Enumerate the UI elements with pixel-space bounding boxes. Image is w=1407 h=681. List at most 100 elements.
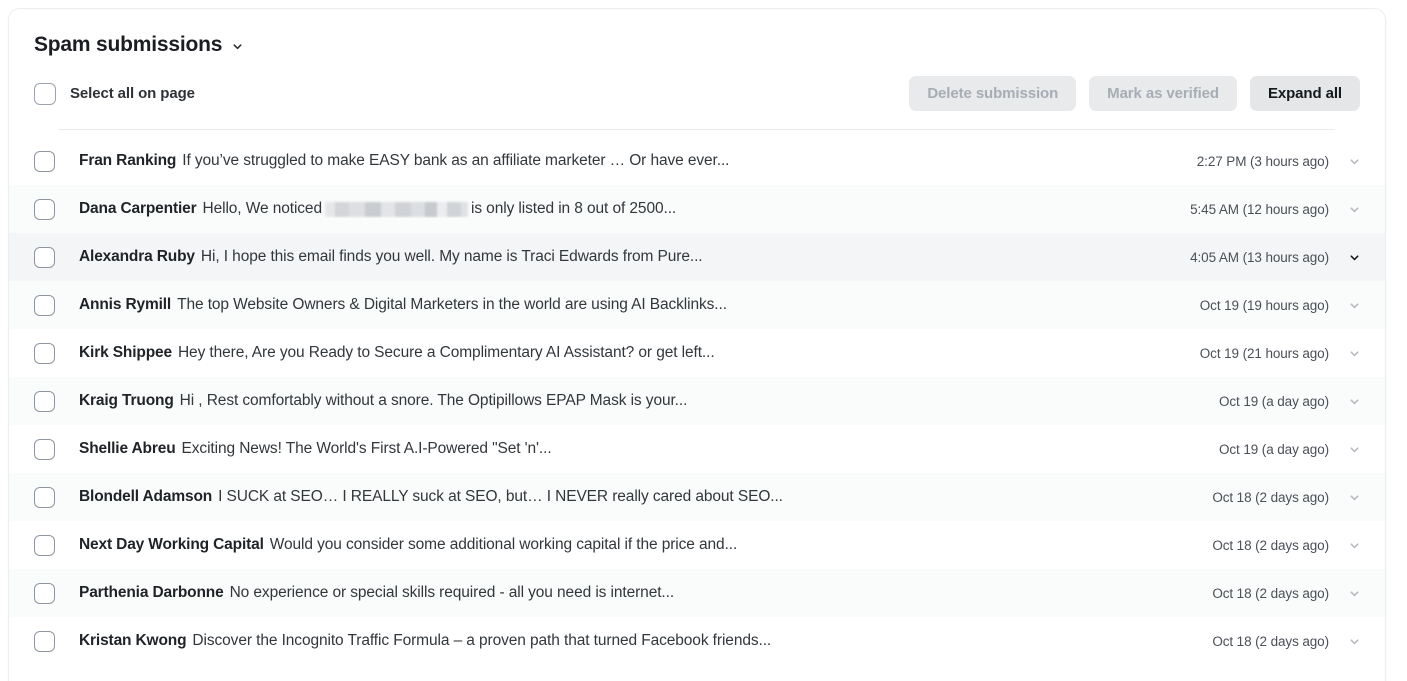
submission-timestamp: Oct 19 (19 hours ago) bbox=[1199, 297, 1329, 313]
submission-checkbox[interactable] bbox=[34, 198, 55, 220]
submission-checkbox[interactable] bbox=[34, 390, 55, 412]
submission-row[interactable]: Alexandra Ruby Hi, I hope this email find… bbox=[9, 233, 1385, 282]
redacted-text bbox=[324, 201, 468, 217]
submission-meta: Oct 19 (a day ago) bbox=[1219, 442, 1385, 457]
submission-meta: Oct 18 (2 days ago) bbox=[1212, 538, 1385, 553]
submission-sender: Fran Ranking bbox=[79, 152, 177, 170]
submission-checkbox-cell[interactable] bbox=[34, 198, 79, 220]
submission-preview: Kraig Truong Hi , Rest comfortably withou… bbox=[79, 392, 1219, 410]
chevron-down-icon[interactable] bbox=[1339, 203, 1369, 216]
chevron-down-icon[interactable] bbox=[1339, 395, 1369, 408]
submission-row[interactable]: Blondell Adamson I SUCK at SEO… I REALLY … bbox=[9, 473, 1385, 522]
submission-snippet: Hi, I hope this email finds you well. My… bbox=[200, 248, 703, 266]
submission-sender: Annis Rymill bbox=[79, 296, 172, 314]
chevron-down-icon[interactable] bbox=[1339, 251, 1369, 264]
screen-root: Spam submissions Select all on page Dele… bbox=[0, 0, 1407, 681]
submission-checkbox[interactable] bbox=[34, 150, 55, 172]
chevron-down-icon[interactable] bbox=[1339, 347, 1369, 360]
submission-snippet: Exciting News! The World's First A.I-Pow… bbox=[181, 440, 552, 458]
submission-preview: Blondell Adamson I SUCK at SEO… I REALLY … bbox=[79, 488, 1212, 506]
submission-preview: Dana Carpentier Hello, We noticed is only … bbox=[79, 200, 1190, 218]
submission-checkbox-cell[interactable] bbox=[34, 582, 79, 604]
submission-row[interactable]: Next Day Working Capital Would you consid… bbox=[9, 521, 1385, 570]
submission-meta: Oct 19 (a day ago) bbox=[1219, 394, 1385, 409]
submission-preview: Annis Rymill The top Website Owners & Dig… bbox=[79, 296, 1200, 314]
submission-checkbox[interactable] bbox=[34, 294, 55, 316]
submission-meta: Oct 18 (2 days ago) bbox=[1212, 586, 1385, 601]
chevron-down-icon[interactable] bbox=[1339, 539, 1369, 552]
header-divider bbox=[59, 129, 1335, 131]
toolbar-buttons: Delete submission Mark as verified Expan… bbox=[909, 76, 1360, 112]
mark-as-verified-button[interactable]: Mark as verified bbox=[1089, 76, 1237, 112]
submission-sender: Shellie Abreu bbox=[79, 440, 176, 458]
submission-sender: Kraig Truong bbox=[79, 392, 174, 410]
submission-row[interactable]: Parthenia Darbonne No experience or speci… bbox=[9, 569, 1385, 618]
submission-snippet: Hi , Rest comfortably without a snore. T… bbox=[179, 392, 688, 410]
chevron-down-icon[interactable] bbox=[1339, 587, 1369, 600]
submission-row[interactable]: Shellie Abreu Exciting News! The World's … bbox=[9, 425, 1385, 474]
submission-checkbox[interactable] bbox=[34, 630, 55, 652]
select-all-on-page[interactable]: Select all on page bbox=[34, 82, 195, 105]
submission-row[interactable]: Dana Carpentier Hello, We noticed is only … bbox=[9, 185, 1385, 234]
submission-checkbox-cell[interactable] bbox=[34, 342, 79, 364]
expand-all-button[interactable]: Expand all bbox=[1249, 76, 1360, 112]
submission-timestamp: Oct 18 (2 days ago) bbox=[1212, 633, 1329, 649]
submission-preview: Alexandra Ruby Hi, I hope this email find… bbox=[79, 248, 1190, 266]
submission-snippet: No experience or special skills required… bbox=[229, 584, 675, 602]
submission-checkbox[interactable] bbox=[34, 582, 55, 604]
submission-checkbox[interactable] bbox=[34, 486, 55, 508]
submission-checkbox-cell[interactable] bbox=[34, 390, 79, 412]
page-title-dropdown[interactable]: Spam submissions bbox=[34, 33, 244, 56]
submission-sender: Kristan Kwong bbox=[79, 632, 187, 650]
toolbar: Select all on page Delete submission Mar… bbox=[34, 76, 1360, 112]
chevron-down-icon[interactable] bbox=[1339, 443, 1369, 456]
submission-checkbox-cell[interactable] bbox=[34, 438, 79, 460]
submission-preview: Fran Ranking If you’ve struggled to make … bbox=[79, 152, 1197, 170]
submission-meta: Oct 18 (2 days ago) bbox=[1212, 490, 1385, 505]
submission-timestamp: 2:27 PM (3 hours ago) bbox=[1196, 153, 1329, 169]
submission-snippet: If you’ve struggled to make EASY bank as… bbox=[182, 152, 730, 170]
submission-snippet: Hey there, Are you Ready to Secure a Com… bbox=[177, 344, 715, 362]
submission-timestamp: Oct 19 (21 hours ago) bbox=[1199, 345, 1329, 361]
submission-list: Fran Ranking If you’ve struggled to make … bbox=[9, 137, 1385, 666]
submission-snippet-before: Hello, We noticed bbox=[202, 200, 322, 218]
submission-row[interactable]: Kirk Shippee Hey there, Are you Ready to … bbox=[9, 329, 1385, 378]
submission-checkbox-cell[interactable] bbox=[34, 486, 79, 508]
submission-meta: Oct 19 (21 hours ago) bbox=[1200, 346, 1385, 361]
submission-checkbox-cell[interactable] bbox=[34, 630, 79, 652]
submission-preview: Shellie Abreu Exciting News! The World's … bbox=[79, 440, 1219, 458]
submission-checkbox[interactable] bbox=[34, 438, 55, 460]
submission-row[interactable]: Fran Ranking If you’ve struggled to make … bbox=[9, 137, 1385, 186]
submission-checkbox-cell[interactable] bbox=[34, 246, 79, 268]
submission-row[interactable]: Kraig Truong Hi , Rest comfortably withou… bbox=[9, 377, 1385, 426]
submission-checkbox[interactable] bbox=[34, 342, 55, 364]
submission-checkbox[interactable] bbox=[34, 246, 55, 268]
submission-timestamp: Oct 18 (2 days ago) bbox=[1212, 489, 1329, 505]
submission-snippet: Discover the Incognito Traffic Formula –… bbox=[192, 632, 772, 650]
chevron-down-icon[interactable] bbox=[1339, 635, 1369, 648]
submission-meta: Oct 19 (19 hours ago) bbox=[1200, 298, 1385, 313]
submission-meta: 2:27 PM (3 hours ago) bbox=[1197, 154, 1385, 169]
submission-timestamp: Oct 18 (2 days ago) bbox=[1212, 585, 1329, 601]
submission-preview: Next Day Working Capital Would you consid… bbox=[79, 536, 1212, 554]
submission-checkbox[interactable] bbox=[34, 534, 55, 556]
spam-submissions-card: Spam submissions Select all on page Dele… bbox=[8, 8, 1386, 681]
delete-submission-button[interactable]: Delete submission bbox=[909, 76, 1077, 112]
select-all-checkbox[interactable] bbox=[34, 82, 56, 105]
submission-preview: Parthenia Darbonne No experience or speci… bbox=[79, 584, 1212, 602]
submission-row[interactable]: Annis Rymill The top Website Owners & Dig… bbox=[9, 281, 1385, 330]
submission-timestamp: 4:05 AM (13 hours ago) bbox=[1190, 249, 1329, 265]
submission-snippet: I SUCK at SEO… I REALLY suck at SEO, but… bbox=[218, 488, 783, 506]
submission-snippet: Hello, We noticed is only listed in 8 out… bbox=[202, 200, 676, 218]
submission-meta: 5:45 AM (12 hours ago) bbox=[1190, 202, 1385, 217]
chevron-down-icon[interactable] bbox=[1339, 491, 1369, 504]
chevron-down-icon[interactable] bbox=[1339, 299, 1369, 312]
submission-checkbox-cell[interactable] bbox=[34, 294, 79, 316]
submission-checkbox-cell[interactable] bbox=[34, 150, 79, 172]
submission-timestamp: Oct 18 (2 days ago) bbox=[1212, 537, 1329, 553]
submission-row[interactable]: Kristan Kwong Discover the Incognito Traf… bbox=[9, 617, 1385, 666]
chevron-down-icon[interactable] bbox=[1339, 155, 1369, 168]
submission-sender: Next Day Working Capital bbox=[79, 536, 264, 554]
submission-sender: Alexandra Ruby bbox=[79, 248, 195, 266]
submission-checkbox-cell[interactable] bbox=[34, 534, 79, 556]
